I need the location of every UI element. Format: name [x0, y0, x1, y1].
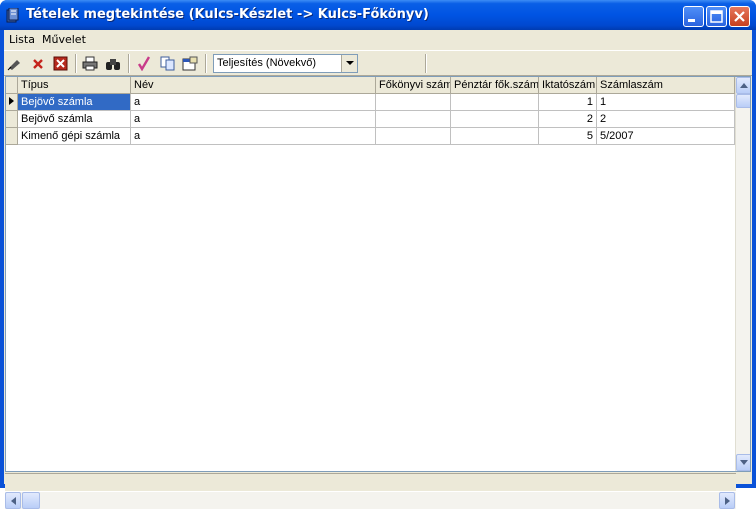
table-cell-tipus[interactable]: Bejövő számla — [18, 111, 131, 128]
edit-pen-icon — [7, 59, 20, 70]
row-indicator[interactable] — [6, 111, 18, 128]
horizontal-scroll-thumb[interactable] — [22, 492, 40, 509]
table-cell-fokonyvi-szam[interactable] — [376, 111, 451, 128]
close-icon — [734, 11, 745, 22]
table-cell-szamlaszam[interactable]: 1 — [597, 94, 735, 111]
toolbar: Teljesítés (Növekvő) — [4, 50, 752, 76]
column-header-fokonyvi-szam[interactable]: Főkönyvi szám — [376, 77, 451, 94]
row-indicator-header — [6, 77, 18, 94]
delete-x-icon — [33, 58, 43, 69]
sort-order-select[interactable]: Teljesítés (Növekvő) — [213, 54, 358, 73]
table-cell-nev[interactable]: a — [131, 111, 376, 128]
minimize-button[interactable] — [683, 6, 704, 27]
table-cell-iktatoszam[interactable]: 5 — [539, 128, 597, 145]
properties-button[interactable] — [181, 55, 199, 72]
copy-documents-icon — [160, 56, 175, 71]
column-header-szamlaszam[interactable]: Számlaszám — [597, 77, 735, 94]
edit-button[interactable] — [6, 55, 24, 72]
arrow-right-icon — [724, 496, 730, 505]
table-cell-iktatoszam[interactable]: 1 — [539, 94, 597, 111]
menu-muvelet[interactable]: Művelet — [42, 33, 86, 46]
find-button[interactable] — [104, 55, 122, 72]
scroll-up-button[interactable] — [736, 77, 750, 94]
table-cell-szamlaszam[interactable]: 5/2007 — [597, 128, 735, 145]
window-title: Tételek megtekintése (Kulcs-Készlet -> K… — [26, 7, 429, 22]
table-cell-tipus[interactable]: Kimenő gépi számla — [18, 128, 131, 145]
scroll-left-button[interactable] — [5, 492, 21, 509]
print-button[interactable] — [81, 55, 99, 72]
binoculars-icon — [106, 58, 120, 70]
client-area: Lista Művelet Teljesítés (Növekvő) Típus… — [4, 30, 752, 509]
toolbar-separator — [425, 54, 427, 73]
arrow-left-icon — [10, 496, 16, 505]
checkmark-icon — [137, 56, 151, 71]
maximize-icon — [710, 10, 723, 23]
table-cell-iktatoszam[interactable]: 2 — [539, 111, 597, 128]
table-cell-tipus[interactable]: Bejövő számla — [18, 94, 131, 111]
check-button[interactable] — [135, 55, 153, 72]
exit-button[interactable] — [51, 55, 69, 72]
chevron-down-icon — [345, 61, 354, 65]
table-cell-penztar-fok-szam[interactable] — [451, 128, 539, 145]
column-header-tipus[interactable]: Típus — [18, 77, 131, 94]
table-cell-nev[interactable]: a — [131, 94, 376, 111]
scroll-down-button[interactable] — [736, 454, 750, 471]
printer-icon — [82, 56, 98, 71]
table-cell-penztar-fok-szam[interactable] — [451, 111, 539, 128]
column-header-nev[interactable]: Név — [131, 77, 376, 94]
close-button[interactable] — [729, 6, 750, 27]
maximize-button[interactable] — [706, 6, 727, 27]
row-indicator[interactable] — [6, 128, 18, 145]
delete-button[interactable] — [29, 55, 47, 72]
table-cell-fokonyvi-szam[interactable] — [376, 94, 451, 111]
table-cell-nev[interactable]: a — [131, 128, 376, 145]
vertical-scrollbar[interactable] — [735, 77, 750, 471]
sort-order-dropdown-button[interactable] — [341, 55, 357, 72]
toolbar-separator — [205, 54, 207, 73]
copy-button[interactable] — [159, 55, 177, 72]
items-grid[interactable]: Típus Név Főkönyvi szám Pénztár fők.szám… — [5, 76, 751, 472]
exit-icon — [53, 56, 67, 71]
vertical-scroll-thumb[interactable] — [736, 94, 750, 108]
sort-order-value: Teljesítés (Növekvő) — [217, 57, 317, 69]
horizontal-scrollbar[interactable] — [5, 492, 736, 509]
grid-footer — [5, 473, 736, 491]
arrow-up-icon — [740, 83, 748, 88]
menu-lista[interactable]: Lista — [9, 33, 35, 46]
table-cell-penztar-fok-szam[interactable] — [451, 94, 539, 111]
arrow-down-icon — [740, 460, 748, 465]
column-header-iktatoszam[interactable]: Iktatószám — [539, 77, 597, 94]
menu-bar: Lista Művelet — [4, 30, 752, 49]
table-cell-fokonyvi-szam[interactable] — [376, 128, 451, 145]
table-cell-szamlaszam[interactable]: 2 — [597, 111, 735, 128]
scroll-right-button[interactable] — [719, 492, 735, 509]
minimize-icon — [688, 19, 695, 22]
toolbar-separator — [75, 54, 77, 73]
current-row-arrow-icon — [9, 97, 14, 105]
properties-icon — [182, 56, 198, 71]
column-header-penztar-fok-szam[interactable]: Pénztár fők.szám — [451, 77, 539, 94]
title-bar[interactable]: Tételek megtekintése (Kulcs-Készlet -> K… — [0, 0, 756, 30]
row-indicator[interactable] — [6, 94, 18, 111]
toolbar-separator — [128, 54, 130, 73]
app-window: Tételek megtekintése (Kulcs-Készlet -> K… — [0, 0, 756, 509]
app-icon — [6, 8, 19, 23]
